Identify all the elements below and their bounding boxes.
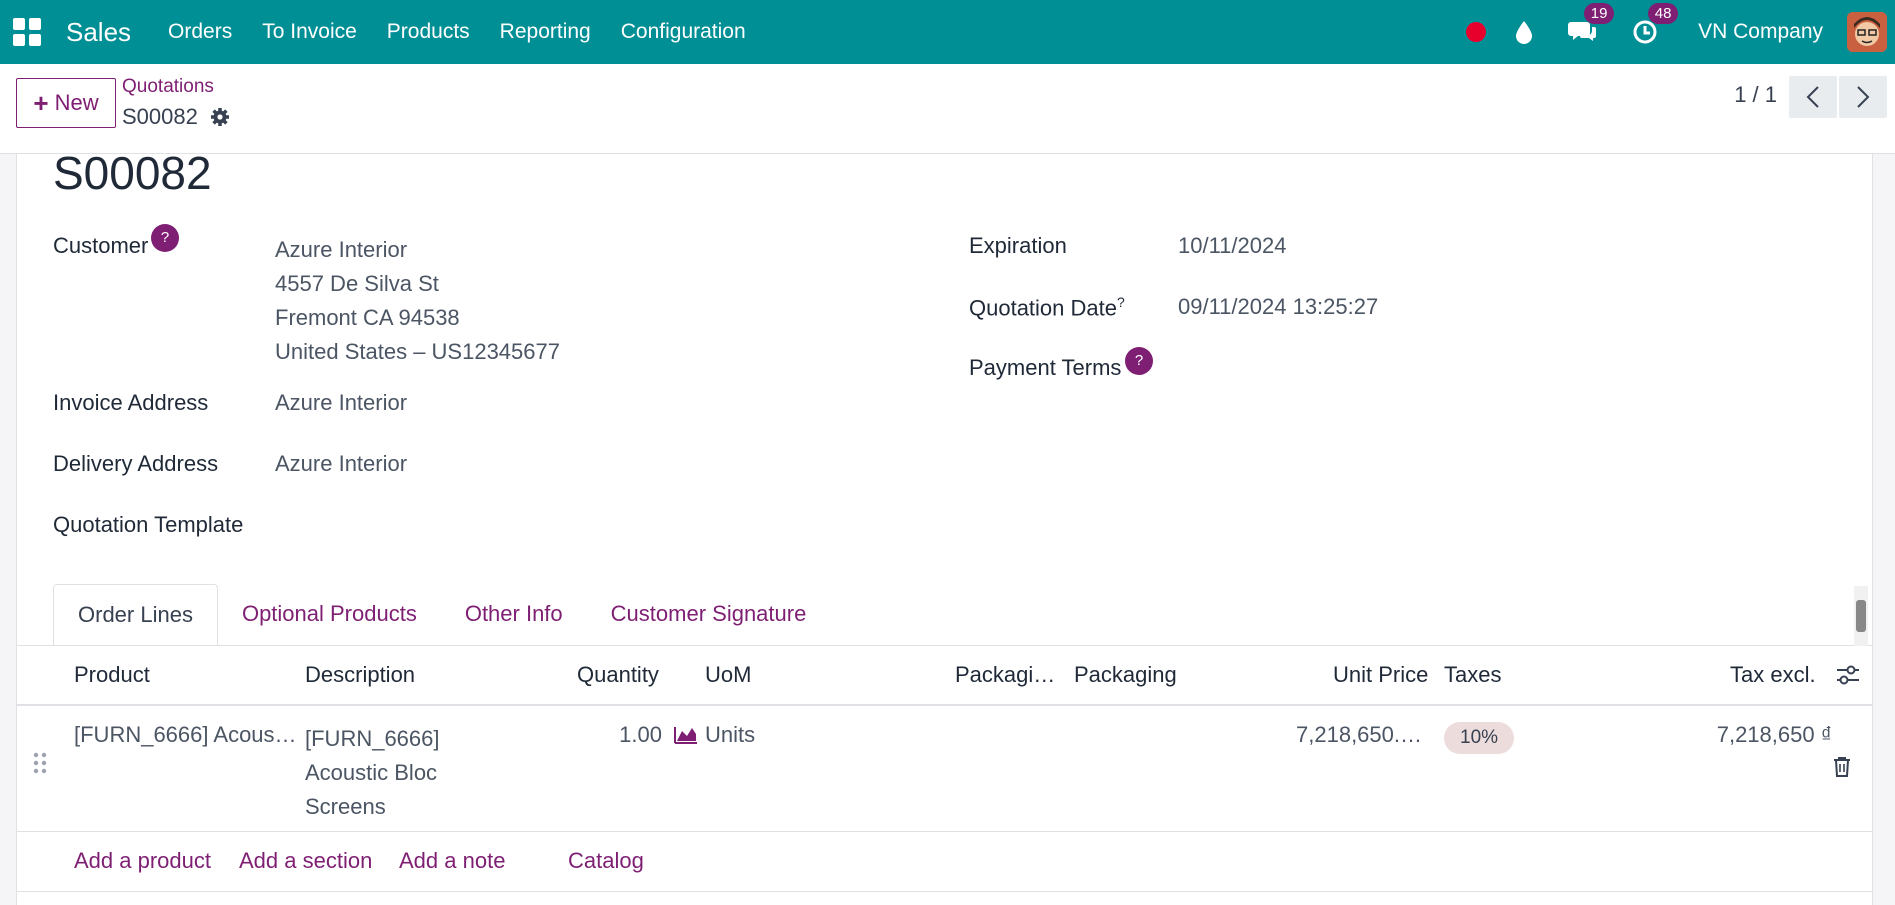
new-button[interactable]: + New [16, 78, 116, 128]
customer-field[interactable]: Azure Interior 4557 De Silva St Fremont … [275, 233, 560, 369]
optional-columns-icon[interactable] [1835, 664, 1861, 692]
quotation-date-label: Quotation Date? [969, 294, 1125, 321]
apps-menu-icon[interactable] [12, 17, 42, 47]
form-sheet: S00082 Customer ? Azure Interior 4557 De… [16, 147, 1873, 905]
expiration-label: Expiration [969, 233, 1067, 258]
messages-button[interactable]: 19 [1568, 3, 1615, 45]
quotation-date-field[interactable]: 09/11/2024 13:25:27 [1178, 294, 1378, 320]
delivery-address-field[interactable]: Azure Interior [275, 451, 407, 477]
column-description[interactable]: Description [305, 662, 415, 688]
new-button-label: New [54, 90, 99, 115]
column-unit-price[interactable]: Unit Price [1333, 662, 1428, 688]
scrollbar-thumb[interactable] [1856, 600, 1866, 632]
order-lines-header: Product Description Quantity UoM Packagi… [17, 646, 1872, 706]
table-row[interactable]: [FURN_6666] Acous… [FURN_6666] Acoustic … [17, 708, 1872, 832]
line-description[interactable]: [FURN_6666] Acoustic Bloc Screens [305, 722, 440, 824]
trash-icon[interactable] [1833, 756, 1851, 784]
column-product[interactable]: Product [74, 662, 150, 688]
line-product[interactable]: [FURN_6666] Acous… [74, 722, 297, 748]
expiration-field[interactable]: 10/11/2024 [1178, 233, 1286, 259]
payment-terms-label: Payment Terms [969, 355, 1122, 380]
scrollbar[interactable] [1854, 586, 1868, 646]
line-description-1: [FURN_6666] [305, 726, 440, 751]
customer-street: 4557 De Silva St [275, 271, 439, 296]
plus-icon: + [33, 87, 49, 118]
chevron-right-icon [1857, 86, 1870, 108]
customer-help-icon[interactable]: ? [151, 224, 179, 252]
tab-customer-signature[interactable]: Customer Signature [587, 584, 831, 646]
delivery-address-label: Delivery Address [53, 451, 219, 476]
line-tax-badge[interactable]: 10% [1444, 722, 1515, 754]
invoice-address-field[interactable]: Azure Interior [275, 390, 407, 416]
tab-order-lines[interactable]: Order Lines [53, 584, 218, 646]
add-product-link[interactable]: Add a product [74, 848, 211, 874]
customer-city: Fremont CA 94538 [275, 305, 460, 330]
activities-badge: 48 [1648, 3, 1679, 24]
systray: 19 48 VN Company [1466, 0, 1895, 64]
recording-indicator-icon[interactable] [1466, 22, 1487, 42]
line-description-2: Acoustic Bloc [305, 760, 438, 785]
customer-country-vat: United States – US12345677 [275, 339, 560, 364]
company-switcher[interactable]: VN Company [1698, 20, 1823, 44]
invoice-address-label: Invoice Address [53, 390, 209, 415]
quotation-template-label: Quotation Template [53, 512, 244, 537]
column-quantity[interactable]: Quantity [577, 662, 659, 688]
line-uom[interactable]: Units [705, 722, 755, 748]
quotation-date-help-icon[interactable]: ? [1117, 294, 1125, 310]
breadcrumb-quotations[interactable]: Quotations [122, 76, 214, 98]
activities-button[interactable]: 48 [1632, 3, 1679, 45]
user-avatar[interactable] [1847, 12, 1887, 52]
menu-reporting[interactable]: Reporting [500, 20, 591, 44]
menu-to-invoice[interactable]: To Invoice [262, 20, 357, 44]
record-title: S00082 [53, 147, 212, 199]
menu-configuration[interactable]: Configuration [621, 20, 746, 44]
quotation-date-label-text: Quotation Date [969, 295, 1117, 321]
pager-next-button[interactable] [1839, 76, 1887, 118]
gear-icon[interactable] [210, 107, 230, 127]
forecast-chart-icon[interactable] [674, 724, 698, 750]
column-uom[interactable]: UoM [705, 662, 751, 688]
pager-value[interactable]: 1 / 1 [1734, 82, 1777, 108]
menu-orders[interactable]: Orders [168, 20, 232, 44]
control-panel: + New Quotations S00082 1 / 1 [0, 64, 1895, 154]
chevron-left-icon [1806, 86, 1819, 108]
breadcrumb-current: S00082 [122, 104, 230, 130]
drag-handle-icon[interactable] [33, 752, 47, 780]
line-subtotal: 7,218,650 ₫ [1716, 722, 1832, 747]
column-taxes[interactable]: Taxes [1444, 662, 1501, 688]
notebook-tabs: Order Lines Optional Products Other Info… [53, 584, 830, 646]
record-reference: S00082 [122, 104, 198, 129]
catalog-link[interactable]: Catalog [568, 848, 644, 874]
add-line-actions: Add a product Add a section Add a note C… [17, 832, 1872, 892]
column-packaging-qty[interactable]: Packagi… [955, 662, 1055, 688]
column-packaging[interactable]: Packaging [1074, 662, 1177, 688]
tab-optional-products[interactable]: Optional Products [218, 584, 441, 646]
payment-terms-help-icon[interactable]: ? [1125, 347, 1153, 375]
messages-badge: 19 [1584, 3, 1615, 24]
pager-previous-button[interactable] [1789, 76, 1837, 118]
line-quantity[interactable]: 1.00 [582, 722, 662, 748]
app-name[interactable]: Sales [66, 17, 131, 48]
column-tax-excl[interactable]: Tax excl. [1730, 662, 1816, 688]
add-section-link[interactable]: Add a section [239, 848, 372, 874]
customer-name: Azure Interior [275, 237, 408, 262]
tab-other-info[interactable]: Other Info [441, 584, 587, 646]
line-description-3: Screens [305, 794, 386, 819]
add-note-link[interactable]: Add a note [399, 848, 505, 874]
customer-label: Customer [53, 233, 149, 258]
menu-products[interactable]: Products [387, 20, 470, 44]
top-navbar: Sales Orders To Invoice Products Reporti… [0, 0, 1895, 64]
drop-icon[interactable] [1514, 20, 1534, 44]
line-unit-price[interactable]: 7,218,650.… [1232, 722, 1422, 748]
